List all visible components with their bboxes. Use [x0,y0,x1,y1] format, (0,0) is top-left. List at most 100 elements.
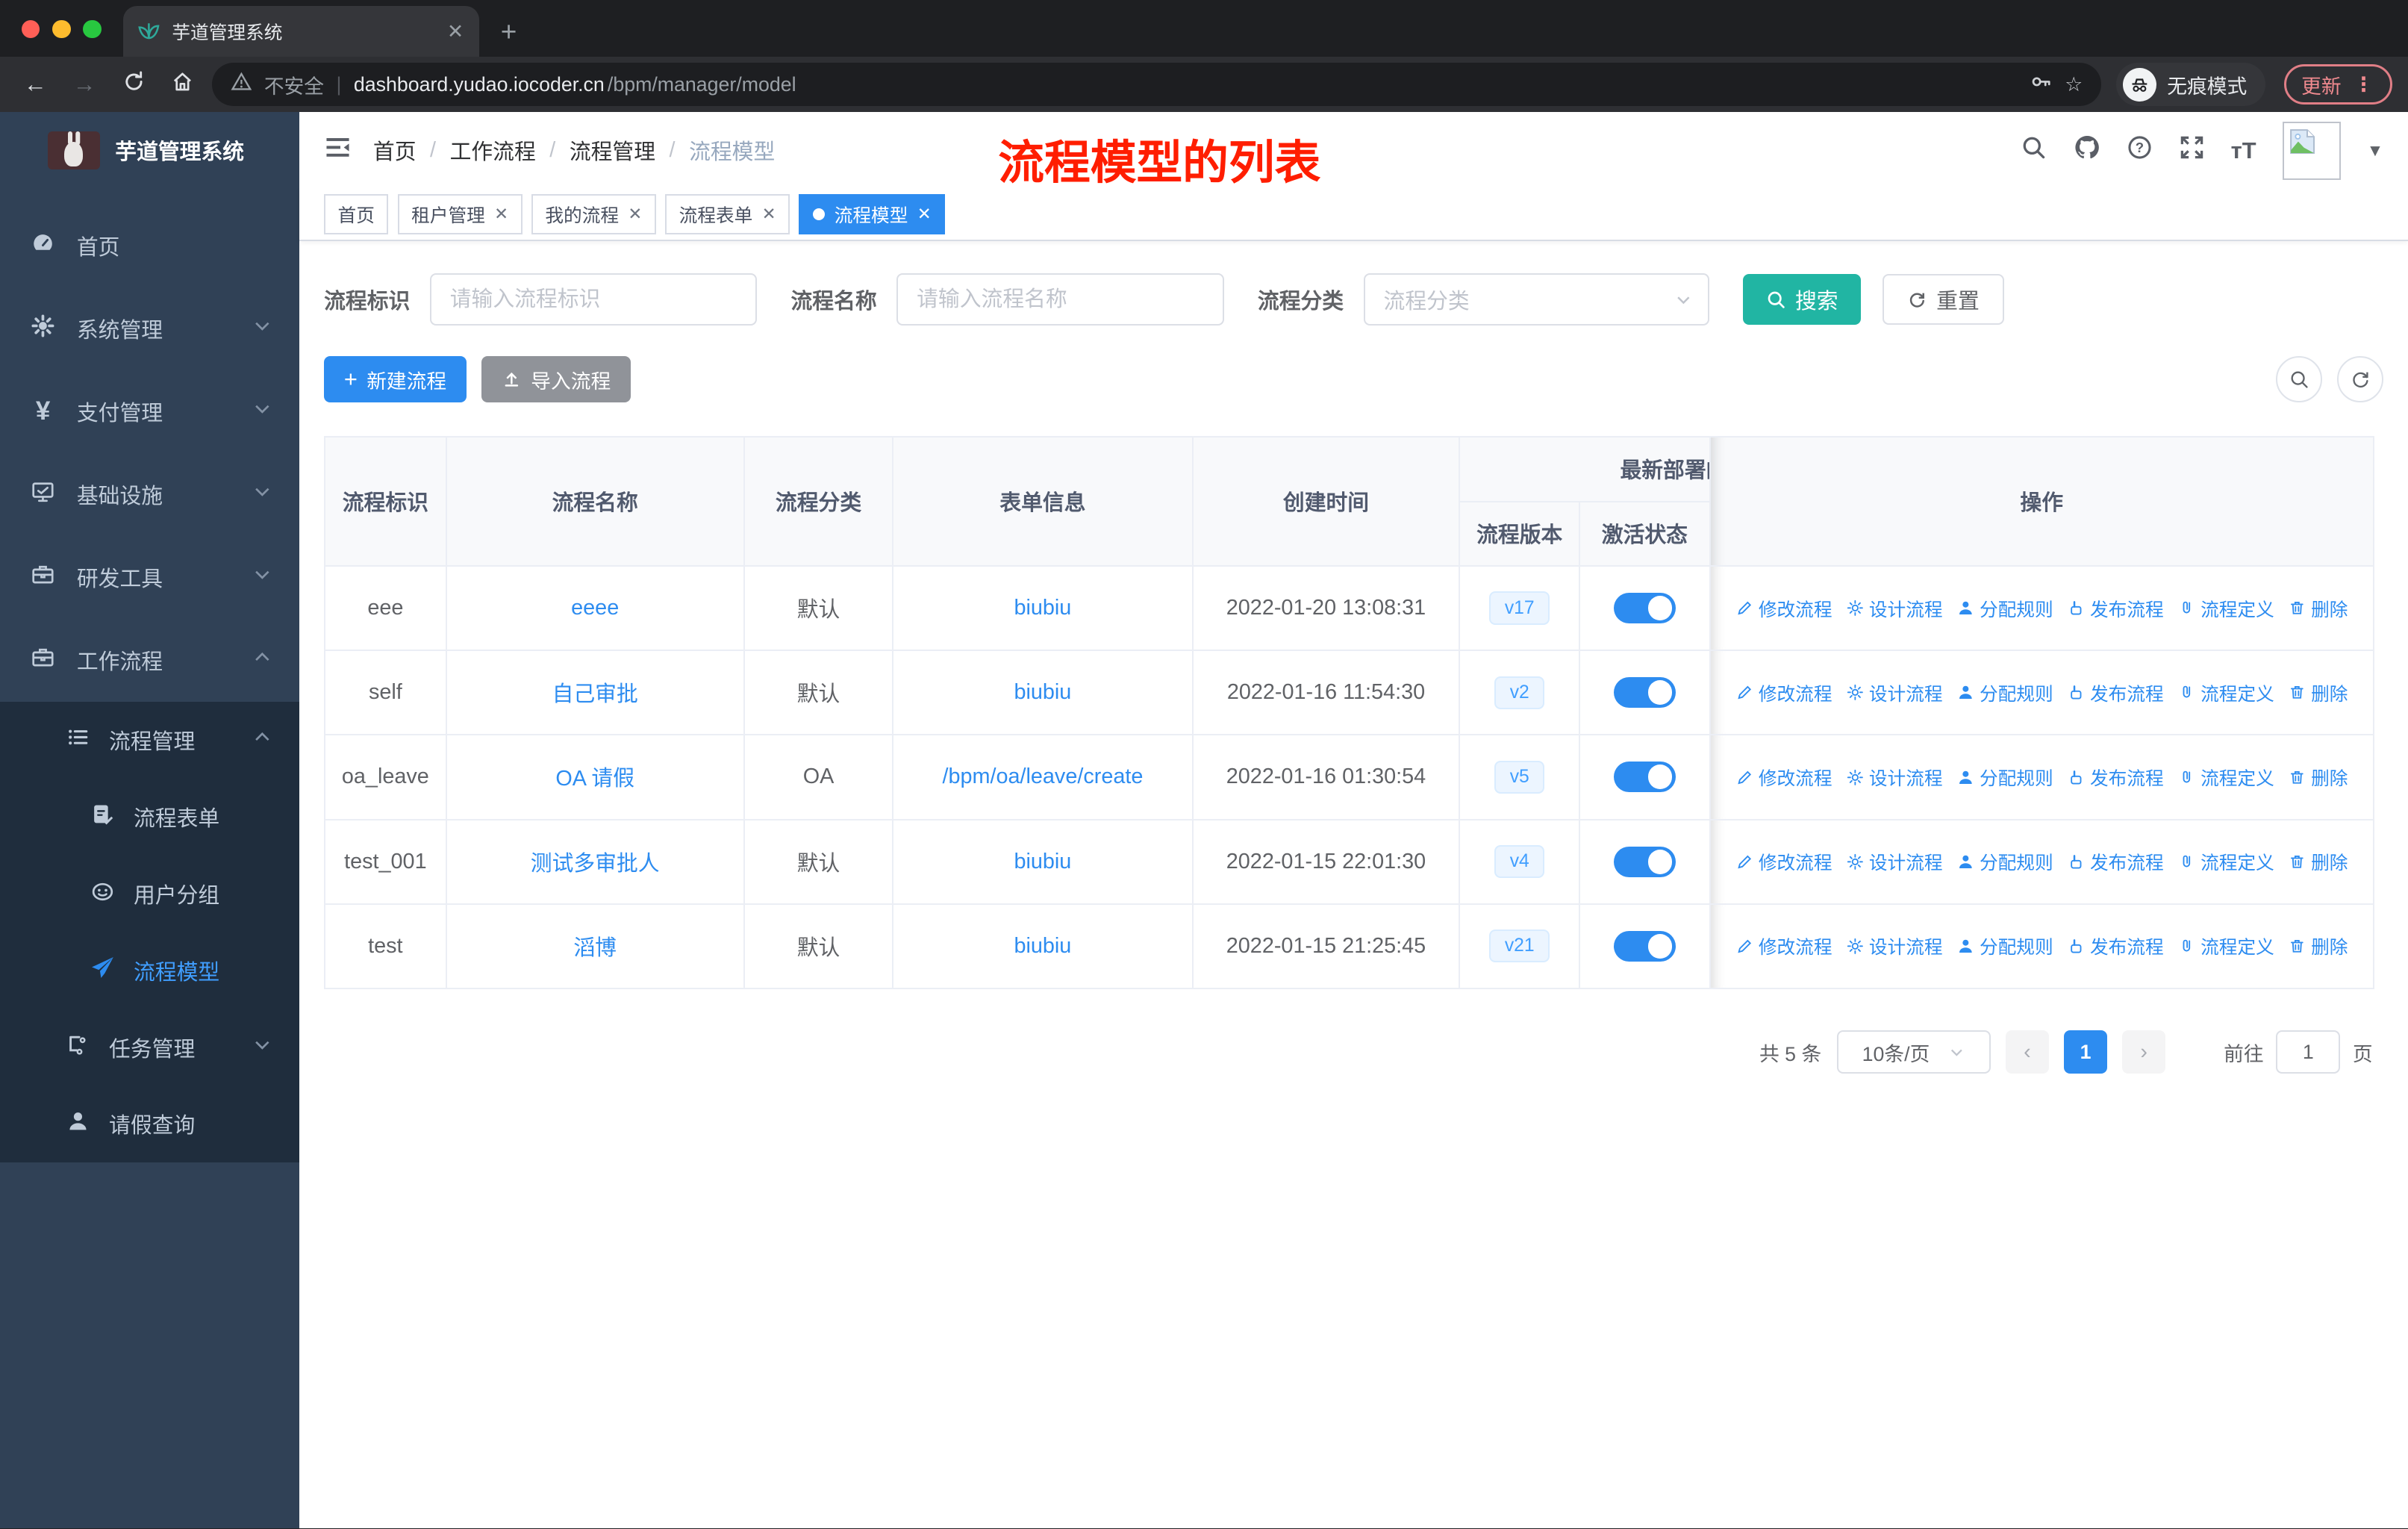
breadcrumb-process-mgmt[interactable]: 流程管理 [570,135,655,166]
action-definition-link[interactable]: 流程定义 [2177,932,2274,959]
tag-my-process[interactable]: 我的流程 ✕ [531,194,656,234]
form-info-link[interactable]: biubiu [1014,934,1071,958]
action-assign-rule-link[interactable]: 分配规则 [1956,848,2053,875]
process-name-link[interactable]: 自己审批 [552,682,638,706]
import-process-button[interactable]: 导入流程 [481,356,631,402]
window-zoom-button[interactable] [83,19,102,39]
back-icon[interactable]: ← [16,71,55,98]
action-design-link[interactable]: 设计流程 [1846,848,1943,875]
goto-page-input[interactable] [2276,1030,2341,1074]
close-icon[interactable]: ✕ [762,205,776,224]
close-icon[interactable]: ✕ [628,205,642,224]
action-publish-link[interactable]: 发布流程 [2067,932,2164,959]
form-info-link[interactable]: biubiu [1014,850,1071,874]
action-definition-link[interactable]: 流程定义 [2177,595,2274,622]
process-name-link[interactable]: eeee [571,596,619,620]
fullscreen-icon[interactable] [2179,134,2205,166]
tag-process-form[interactable]: 流程表单 ✕ [665,194,790,234]
key-icon[interactable] [2030,70,2053,99]
avatar-caret-icon[interactable]: ▼ [2367,141,2383,161]
page-number-current[interactable]: 1 [2064,1030,2107,1074]
action-definition-link[interactable]: 流程定义 [2177,764,2274,791]
process-name-link[interactable]: 测试多审批人 [531,852,660,876]
action-delete-link[interactable]: 删除 [2288,679,2348,706]
show-search-toggle-button[interactable] [2276,356,2322,402]
action-delete-link[interactable]: 删除 [2288,595,2348,622]
app-logo-row[interactable]: 芋道管理系统 [0,112,299,189]
action-design-link[interactable]: 设计流程 [1846,764,1943,791]
home-icon[interactable] [163,70,202,99]
window-controls[interactable] [21,19,102,39]
action-assign-rule-link[interactable]: 分配规则 [1956,932,2053,959]
help-icon[interactable]: ? [2127,134,2153,166]
sidebar-item-leave-query[interactable]: 请假查询 [0,1086,299,1162]
forward-icon[interactable]: → [64,71,104,98]
action-design-link[interactable]: 设计流程 [1846,595,1943,622]
reload-icon[interactable] [113,70,153,99]
action-edit-link[interactable]: 修改流程 [1735,932,1832,959]
form-info-link[interactable]: /bpm/oa/leave/create [942,764,1143,788]
action-publish-link[interactable]: 发布流程 [2067,679,2164,706]
create-process-button[interactable]: + 新建流程 [324,356,467,402]
active-toggle[interactable] [1614,930,1676,962]
process-category-select[interactable]: 流程分类 [1363,273,1709,326]
sidebar-item-task-mgmt[interactable]: 任务管理 [0,1009,299,1086]
breadcrumb-workflow[interactable]: 工作流程 [450,135,536,166]
window-close-button[interactable] [21,19,40,39]
sidebar-collapse-icon[interactable] [324,134,352,167]
sidebar-item-devtools[interactable]: 研发工具 [0,536,299,619]
action-definition-link[interactable]: 流程定义 [2177,848,2274,875]
sidebar-item-home[interactable]: 首页 [0,205,299,287]
process-name-input[interactable] [896,273,1224,326]
action-edit-link[interactable]: 修改流程 [1735,679,1832,706]
browser-menu-icon[interactable]: ⋮ [2354,73,2375,96]
action-delete-link[interactable]: 删除 [2288,764,2348,791]
action-edit-link[interactable]: 修改流程 [1735,848,1832,875]
sidebar-item-payment[interactable]: ¥ 支付管理 [0,370,299,453]
tab-close-icon[interactable]: ✕ [447,20,464,43]
close-icon[interactable]: ✕ [917,205,932,224]
process-name-link[interactable]: 滔博 [573,936,617,960]
breadcrumb-home[interactable]: 首页 [373,135,417,166]
window-minimize-button[interactable] [52,19,71,39]
action-edit-link[interactable]: 修改流程 [1735,764,1832,791]
page-size-select[interactable]: 10条/页 [1836,1030,1991,1074]
action-design-link[interactable]: 设计流程 [1846,932,1943,959]
action-delete-link[interactable]: 删除 [2288,848,2348,875]
url-bar[interactable]: 不安全 | dashboard.yudao.iocoder.cn/bpm/man… [211,63,2101,106]
sidebar-item-process-form[interactable]: 流程表单 [0,779,299,856]
active-toggle[interactable] [1614,762,1676,793]
bookmark-star-icon[interactable]: ☆ [2065,73,2083,96]
form-info-link[interactable]: biubiu [1014,596,1071,620]
tag-home[interactable]: 首页 [324,194,389,234]
action-edit-link[interactable]: 修改流程 [1735,595,1832,622]
tag-tenant[interactable]: 租户管理 ✕ [397,194,523,234]
action-assign-rule-link[interactable]: 分配规则 [1956,595,2053,622]
github-icon[interactable] [2073,134,2100,167]
refresh-table-button[interactable] [2337,356,2384,402]
action-assign-rule-link[interactable]: 分配规则 [1956,764,2053,791]
prev-page-button[interactable]: ‹ [2006,1030,2049,1074]
action-definition-link[interactable]: 流程定义 [2177,679,2274,706]
sidebar-item-process-model[interactable]: 流程模型 [0,932,299,1009]
search-button[interactable]: 搜索 [1743,274,1862,326]
avatar[interactable] [2282,121,2341,180]
active-toggle[interactable] [1614,846,1676,877]
sidebar-item-workflow[interactable]: 工作流程 [0,619,299,702]
update-button[interactable]: 更新 ⋮ [2283,64,2393,105]
action-publish-link[interactable]: 发布流程 [2067,764,2164,791]
process-name-link[interactable]: OA 请假 [555,767,634,791]
action-design-link[interactable]: 设计流程 [1846,679,1943,706]
action-delete-link[interactable]: 删除 [2288,932,2348,959]
browser-tab[interactable]: 芋道管理系统 ✕ [122,6,479,57]
reset-button[interactable]: 重置 [1883,274,2004,326]
active-toggle[interactable] [1614,593,1676,624]
action-publish-link[interactable]: 发布流程 [2067,848,2164,875]
action-assign-rule-link[interactable]: 分配规则 [1956,679,2053,706]
font-size-icon[interactable]: тT [2231,137,2256,164]
sidebar-item-system[interactable]: 系统管理 [0,287,299,370]
close-icon[interactable]: ✕ [494,205,508,224]
sidebar-item-user-group[interactable]: 用户分组 [0,856,299,932]
tag-process-model[interactable]: 流程模型 ✕ [799,194,946,234]
sidebar-item-infra[interactable]: 基础设施 [0,453,299,536]
